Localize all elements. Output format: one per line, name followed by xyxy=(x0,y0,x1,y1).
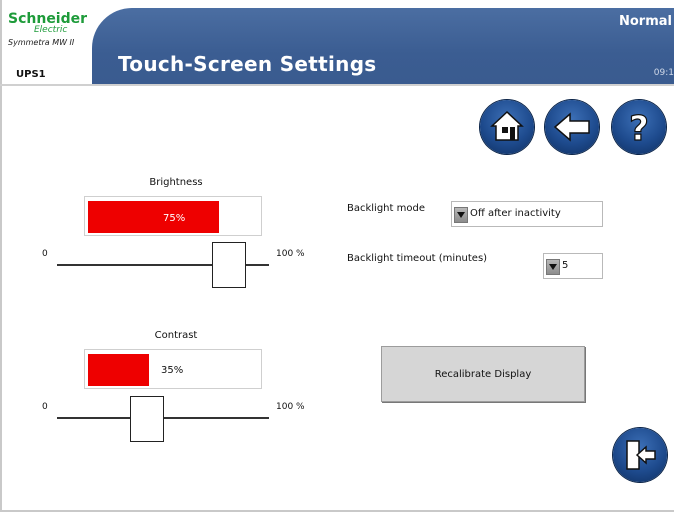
header-divider xyxy=(0,84,674,86)
chevron-down-icon[interactable] xyxy=(546,259,560,275)
product-name: Symmetra MW II xyxy=(8,38,75,47)
contrast-meter: 35% xyxy=(84,349,262,389)
header-bar: Touch-Screen Settings Normal 09:1 xyxy=(92,8,674,84)
backlight-mode-value: Off after inactivity xyxy=(470,208,561,219)
svg-text:?: ? xyxy=(629,109,649,149)
brightness-label: Brightness xyxy=(149,177,203,188)
contrast-fill xyxy=(88,354,149,386)
help-button[interactable]: ? xyxy=(612,100,666,154)
exit-door-icon xyxy=(626,440,656,470)
page-title: Touch-Screen Settings xyxy=(118,52,377,76)
status-text: Normal xyxy=(619,14,672,29)
brightness-max-label: 100 % xyxy=(276,249,305,259)
contrast-max-label: 100 % xyxy=(276,402,305,412)
recalibrate-display-button[interactable]: Recalibrate Display xyxy=(381,346,585,402)
backlight-timeout-dropdown[interactable]: 5 xyxy=(543,253,603,279)
backlight-mode-label: Backlight mode xyxy=(347,203,425,214)
brightness-fill xyxy=(88,201,219,233)
back-button[interactable] xyxy=(545,100,599,154)
backlight-timeout-value: 5 xyxy=(562,260,569,271)
brightness-min-label: 0 xyxy=(42,249,48,259)
unit-name: UPS1 xyxy=(16,69,46,80)
clock: 09:1 xyxy=(653,68,674,78)
help-icon: ? xyxy=(629,108,650,149)
exit-button[interactable] xyxy=(613,428,667,482)
brand-sub: Electric xyxy=(34,25,68,35)
contrast-min-label: 0 xyxy=(42,402,48,412)
brightness-value: 75% xyxy=(163,213,186,224)
home-button[interactable] xyxy=(480,100,534,154)
brightness-slider-thumb[interactable] xyxy=(212,242,246,288)
brand-logo: Schneider xyxy=(8,11,88,27)
brightness-meter: 75% xyxy=(84,196,262,236)
contrast-label: Contrast xyxy=(154,330,198,341)
contrast-value: 35% xyxy=(161,365,184,376)
contrast-slider-thumb[interactable] xyxy=(130,396,164,442)
back-arrow-icon xyxy=(553,112,590,142)
backlight-mode-dropdown[interactable]: Off after inactivity xyxy=(451,201,603,227)
brand-block: Schneider Electric Symmetra MW II UPS1 xyxy=(2,8,92,84)
chevron-down-icon[interactable] xyxy=(454,207,468,223)
backlight-timeout-label: Backlight timeout (minutes) xyxy=(347,253,488,264)
home-icon xyxy=(490,110,524,141)
